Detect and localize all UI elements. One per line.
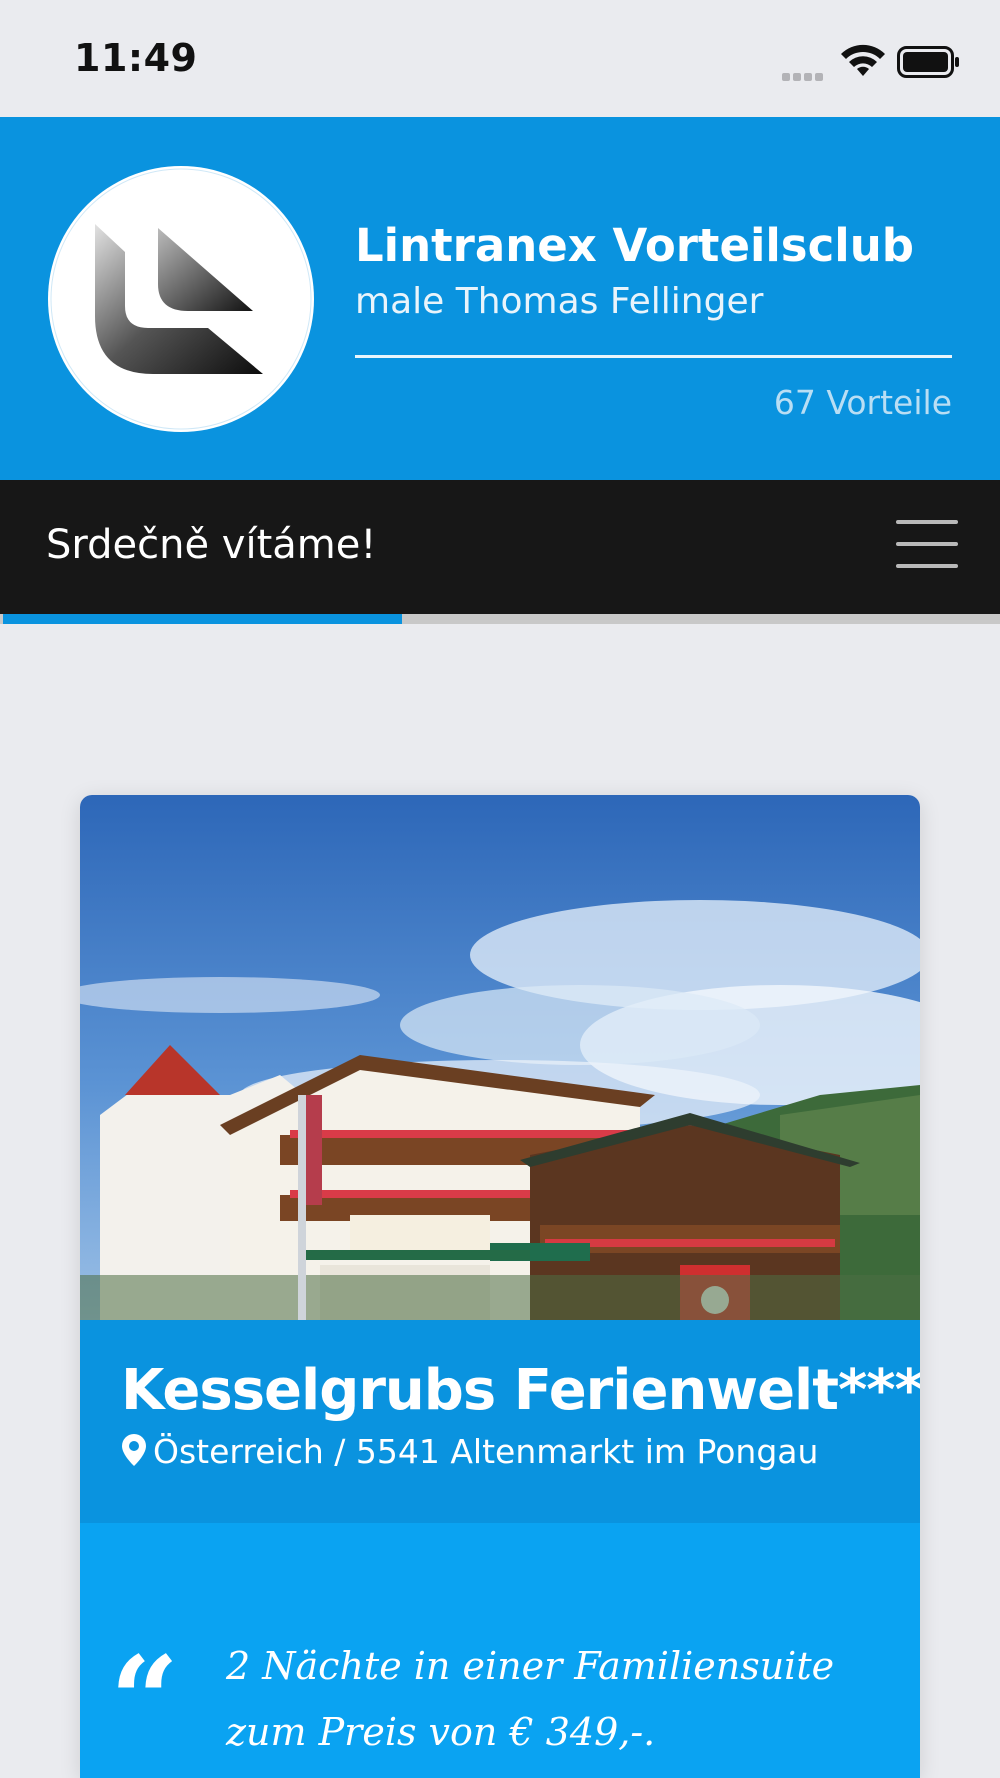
offer-location: Österreich / 5541 Altenmarkt im Pongau — [121, 1432, 818, 1471]
hotel-photo[interactable] — [80, 795, 920, 1320]
cellular-signal-icon — [782, 66, 826, 85]
map-pin-icon — [122, 1434, 146, 1466]
carousel-progress-fill — [3, 614, 402, 624]
quote-mark-icon: “ — [110, 1630, 180, 1771]
benefits-count[interactable]: 67 Vorteile — [774, 383, 952, 422]
offer-card[interactable]: Kesselgrubs Ferienwelt**** Österreich / … — [80, 795, 920, 1778]
offer-quote-block: “ 2 Nächte in einer Familiensuite zum Pr… — [80, 1523, 920, 1778]
status-time: 11:49 — [74, 36, 198, 80]
offer-quote-text: 2 Nächte in einer Familiensuite zum Prei… — [226, 1644, 835, 1754]
battery-icon — [897, 46, 959, 78]
offer-title-block: Kesselgrubs Ferienwelt**** Österreich / … — [80, 1320, 920, 1523]
offer-title: Kesselgrubs Ferienwelt**** — [121, 1358, 920, 1423]
hamburger-menu-button[interactable] — [884, 514, 960, 578]
navbar: Srdečně vítáme! — [0, 480, 1000, 614]
hamburger-icon — [896, 520, 958, 524]
welcome-text: Srdečně vítáme! — [46, 522, 377, 568]
offer-location-text: Österreich / 5541 Altenmarkt im Pongau — [153, 1432, 819, 1471]
club-logo[interactable] — [48, 166, 314, 432]
club-title: Lintranex Vorteilsclub — [355, 219, 914, 272]
header-divider — [355, 355, 952, 358]
carousel-progress-bar — [0, 614, 1000, 624]
wifi-icon — [841, 44, 885, 76]
member-name: male Thomas Fellinger — [355, 281, 764, 322]
status-bar: 11:49 — [0, 0, 1000, 117]
club-header: Lintranex Vorteilsclub male Thomas Felli… — [0, 117, 1000, 480]
